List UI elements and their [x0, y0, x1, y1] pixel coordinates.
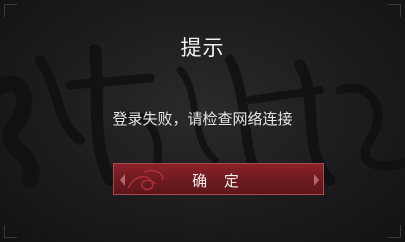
- corner-ornament: [388, 225, 401, 238]
- corner-ornament: [4, 225, 17, 238]
- corner-ornament: [388, 4, 401, 17]
- login-failed-dialog: 提示 登录失败，请检查网络连接 确 定: [0, 0, 405, 242]
- confirm-button[interactable]: 确 定: [113, 163, 324, 195]
- confirm-button-label: 确 定: [192, 172, 245, 190]
- dialog-title: 提示: [180, 36, 225, 60]
- dialog-message: 登录失败，请检查网络连接: [112, 110, 293, 128]
- corner-ornament: [4, 4, 17, 17]
